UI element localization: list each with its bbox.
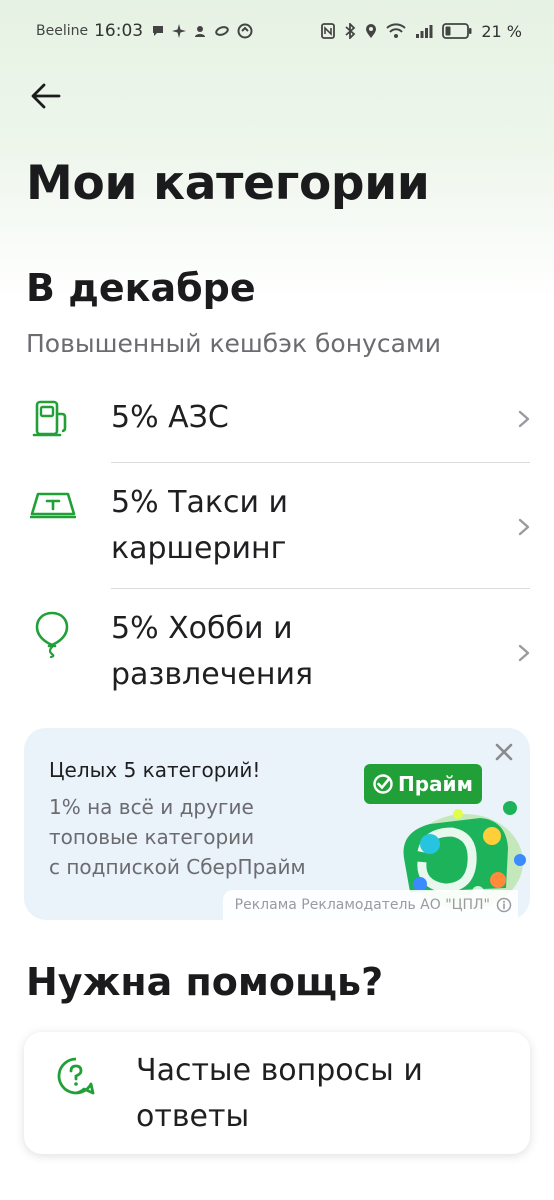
category-label-line2: развлечения <box>111 657 314 692</box>
chat-icon <box>153 26 164 36</box>
ad-disclaimer[interactable]: Реклама Рекламодатель АО "ЦПЛ" <box>222 890 518 920</box>
balloon-icon <box>35 611 69 658</box>
faq-label-line2: ответы <box>136 1099 250 1134</box>
page-title: Мои категории <box>26 156 430 211</box>
category-item-taxi[interactable]: 5% Такси и каршеринг <box>0 478 554 586</box>
clock: 16:03 <box>94 21 144 41</box>
chevron-right-icon <box>518 518 530 536</box>
promo-body: 1% на всё и другие топовые категории с п… <box>49 792 306 882</box>
promo-body-line2: топовые категории <box>49 825 255 849</box>
arrow-left-icon <box>31 83 61 109</box>
promo-body-line1: 1% на всё и другие <box>49 795 254 819</box>
carrier-name: Beeline <box>36 23 89 39</box>
category-label: 5% Такси и каршеринг <box>111 480 288 572</box>
status-right: 21 % <box>321 22 522 41</box>
divider <box>111 462 530 463</box>
faq-button[interactable]: Частые вопросы и ответы <box>24 1032 530 1154</box>
help-title: Нужна помощь? <box>26 960 384 1004</box>
divider <box>111 588 530 589</box>
location-icon <box>366 24 377 38</box>
link-icon <box>215 26 229 36</box>
category-label-line1: 5% Такси и <box>111 485 288 520</box>
notification-icons <box>151 23 253 39</box>
close-icon[interactable] <box>492 740 516 764</box>
signal-icon <box>416 25 433 38</box>
faq-label-line1: Частые вопросы и <box>136 1053 423 1088</box>
category-label: 5% АЗС <box>111 400 229 435</box>
status-bar: Beeline 16:03 21 % <box>0 0 554 62</box>
category-label: 5% Хобби и развлечения <box>111 606 313 698</box>
user-icon <box>195 26 206 37</box>
prime-badge: Прайм <box>364 764 482 804</box>
taxi-icon <box>30 492 76 519</box>
status-left: Beeline 16:03 <box>36 21 253 41</box>
battery-percent: 21 % <box>481 21 522 41</box>
category-label-line1: 5% Хобби и <box>111 611 293 646</box>
prime-badge-label: Прайм <box>398 772 473 796</box>
bluetooth-icon <box>345 23 356 39</box>
promo-title: Целых 5 категорий! <box>49 758 261 782</box>
promo-banner[interactable]: Целых 5 категорий! 1% на всё и другие то… <box>24 728 530 920</box>
chevron-right-icon <box>518 644 530 662</box>
sync-icon <box>237 23 253 39</box>
faq-label: Частые вопросы и ответы <box>136 1048 423 1140</box>
back-button[interactable] <box>26 76 66 116</box>
category-item-fuel[interactable]: 5% АЗС <box>0 392 554 462</box>
nfc-icon <box>321 23 336 39</box>
section-title: В декабре <box>26 266 256 310</box>
battery-icon <box>442 23 472 39</box>
fuel-station-icon <box>32 400 67 437</box>
chevron-right-icon <box>518 410 530 428</box>
promo-body-line3: с подпиской СберПрайм <box>49 855 306 879</box>
check-circle-icon <box>373 774 393 794</box>
question-bubble-icon <box>57 1057 95 1095</box>
ad-disclaimer-text: Реклама Рекламодатель АО "ЦПЛ" <box>234 897 490 913</box>
info-icon <box>496 897 512 913</box>
sparkle-icon <box>172 24 187 38</box>
category-item-hobby[interactable]: 5% Хобби и развлечения <box>0 604 554 704</box>
section-subtitle: Повышенный кешбэк бонусами <box>26 329 442 358</box>
category-label-line2: каршеринг <box>111 531 287 566</box>
wifi-icon <box>386 23 407 38</box>
